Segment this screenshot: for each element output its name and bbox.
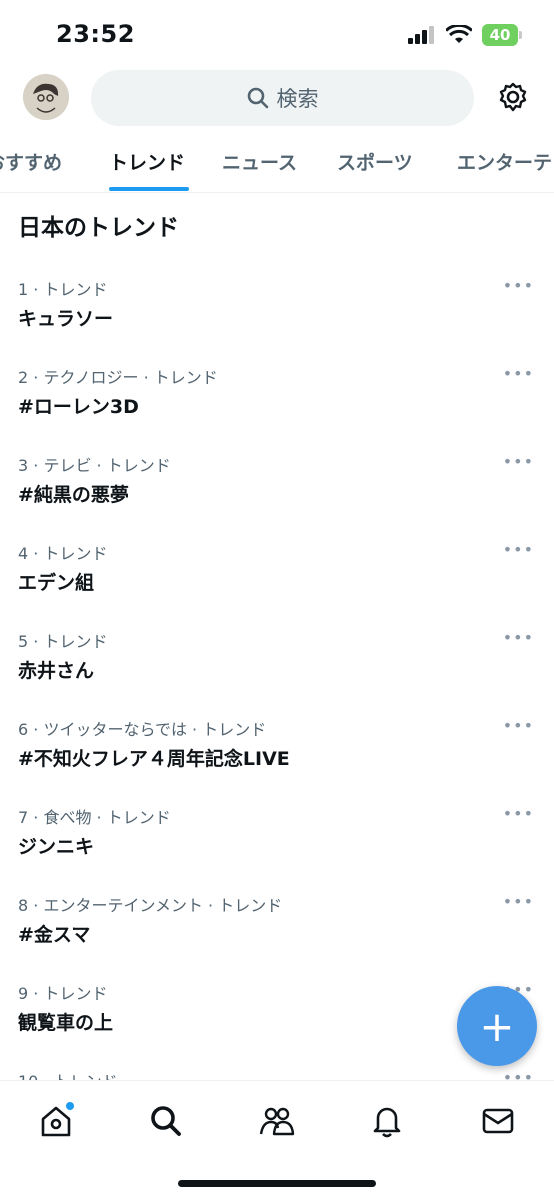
trend-name: 観覧車の上: [18, 1012, 114, 1034]
nav-home[interactable]: [36, 1101, 76, 1141]
notification-dot: [66, 1102, 74, 1110]
search-icon: [247, 87, 268, 109]
compose-button[interactable]: +: [457, 986, 537, 1066]
more-icon[interactable]: •••: [503, 540, 534, 559]
more-icon[interactable]: •••: [503, 628, 534, 647]
trend-item[interactable]: 5 · トレンド 赤井さん •••: [0, 628, 554, 716]
home-indicator: [178, 1180, 376, 1187]
search-placeholder: 検索: [276, 87, 319, 111]
envelope-icon: [482, 1108, 514, 1134]
explore-tabs: おすすめ トレンド ニュース スポーツ エンターテ: [0, 130, 554, 193]
search-input[interactable]: 検索: [91, 70, 474, 126]
more-icon[interactable]: •••: [503, 276, 534, 295]
nav-messages[interactable]: [478, 1101, 518, 1141]
trend-meta: 7 · 食べ物 · トレンド: [18, 808, 171, 827]
trend-meta: 1 · トレンド: [18, 280, 108, 299]
section-title: 日本のトレンド: [18, 215, 179, 241]
settings-button[interactable]: [496, 80, 530, 114]
trend-meta: 3 · テレビ · トレンド: [18, 456, 171, 475]
trend-item[interactable]: 6 · ツイッターならでは · トレンド #不知火フレア４周年記念LIVE ••…: [0, 716, 554, 804]
trend-name: ジンニキ: [18, 836, 95, 858]
header: 検索: [0, 70, 554, 126]
tab-trending[interactable]: トレンド: [109, 148, 185, 175]
trend-name: キュラソー: [18, 308, 114, 330]
status-bar: 23:52 40: [0, 0, 554, 70]
plus-icon: +: [479, 1001, 515, 1051]
trend-meta: 6 · ツイッターならでは · トレンド: [18, 720, 267, 739]
trend-name: #純黒の悪夢: [18, 484, 129, 506]
trend-item[interactable]: 4 · トレンド エデン組 •••: [0, 540, 554, 628]
battery-indicator: 40: [482, 24, 522, 46]
avatar[interactable]: [23, 74, 69, 120]
trend-item[interactable]: 8 · エンターテインメント · トレンド #金スマ •••: [0, 892, 554, 980]
active-tab-indicator: [109, 187, 189, 191]
trend-meta: 9 · トレンド: [18, 984, 108, 1003]
nav-explore[interactable]: [146, 1101, 186, 1141]
status-time: 23:52: [56, 20, 135, 48]
trend-item[interactable]: 1 · トレンド キュラソー •••: [0, 276, 554, 364]
trend-meta: 5 · トレンド: [18, 632, 108, 651]
status-icons: 40: [408, 24, 522, 46]
nav-communities[interactable]: [257, 1101, 297, 1141]
gear-icon: [499, 82, 527, 112]
wifi-icon: [446, 25, 472, 43]
more-icon[interactable]: •••: [503, 716, 534, 735]
trend-meta: 4 · トレンド: [18, 544, 108, 563]
trend-meta: 2 · テクノロジー · トレンド: [18, 368, 218, 387]
more-icon[interactable]: •••: [503, 804, 534, 823]
people-icon: [259, 1107, 295, 1136]
tab-entertainment[interactable]: エンターテ: [457, 148, 552, 175]
trend-name: #ローレン3D: [18, 396, 139, 418]
trend-meta: 8 · エンターテインメント · トレンド: [18, 896, 283, 915]
nav-notifications[interactable]: [367, 1101, 407, 1141]
trend-item[interactable]: 2 · テクノロジー · トレンド #ローレン3D •••: [0, 364, 554, 452]
signal-icon: [408, 26, 434, 44]
search-icon: [151, 1106, 181, 1136]
more-icon[interactable]: •••: [503, 452, 534, 471]
trend-item[interactable]: 7 · 食べ物 · トレンド ジンニキ •••: [0, 804, 554, 892]
bell-icon: [373, 1107, 401, 1138]
trend-name: 赤井さん: [18, 660, 95, 682]
tab-recommended[interactable]: おすすめ: [0, 148, 62, 175]
tab-sports[interactable]: スポーツ: [337, 148, 413, 175]
trend-name: エデン組: [18, 572, 95, 594]
more-icon[interactable]: •••: [503, 892, 534, 911]
more-icon[interactable]: •••: [503, 364, 534, 383]
trend-name: #不知火フレア４周年記念LIVE: [18, 748, 290, 770]
tab-news[interactable]: ニュース: [222, 148, 297, 175]
trend-name: #金スマ: [18, 924, 91, 946]
trend-item[interactable]: 3 · テレビ · トレンド #純黒の悪夢 •••: [0, 452, 554, 540]
